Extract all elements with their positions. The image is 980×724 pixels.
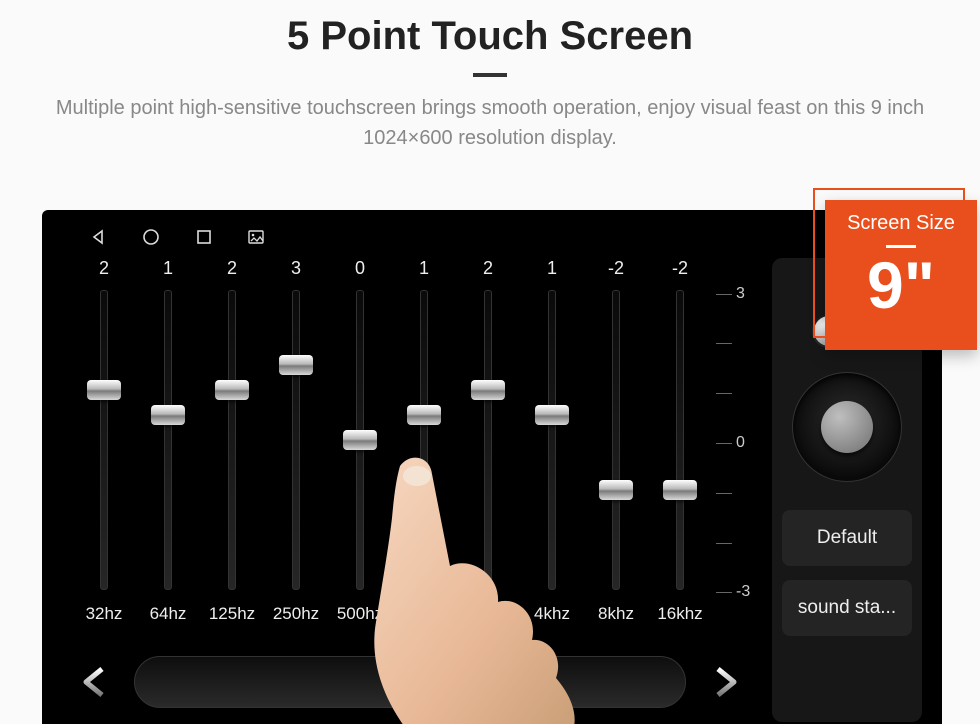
eq-slider[interactable]	[520, 284, 584, 594]
eq-slider[interactable]	[456, 284, 520, 594]
eq-band: 0 500hz	[328, 258, 392, 628]
gallery-icon[interactable]	[248, 230, 264, 244]
eq-slider[interactable]	[72, 284, 136, 594]
default-button-label: Default	[817, 527, 877, 549]
title-underline	[473, 73, 507, 77]
balance-joystick[interactable]	[792, 372, 902, 482]
eq-slider-thumb[interactable]	[279, 355, 313, 375]
recent-apps-icon[interactable]	[196, 229, 212, 245]
eq-slider-thumb[interactable]	[535, 405, 569, 425]
page-title: 5 Point Touch Screen	[0, 14, 980, 59]
eq-band-freq: 4khz	[534, 594, 570, 624]
eq-slider-thumb[interactable]	[87, 380, 121, 400]
eq-slider[interactable]	[200, 284, 264, 594]
device-screenshot: 2 32hz 1 64hz 2 125hz 3 250hz 0 500hz 1 1khz 2 2khz 1 4…	[42, 210, 942, 724]
eq-slider[interactable]	[328, 284, 392, 594]
eq-band: 1 1khz	[392, 258, 456, 628]
eq-band-freq: 16khz	[657, 594, 702, 624]
eq-band-value: 2	[227, 258, 237, 284]
eq-band-value: 2	[99, 258, 109, 284]
eq-band-freq: 64hz	[150, 594, 187, 624]
eq-band: 2 2khz	[456, 258, 520, 628]
eq-scale-axis: 3 0 -3	[716, 288, 756, 598]
eq-slider-thumb[interactable]	[343, 430, 377, 450]
eq-band-freq: 32hz	[86, 594, 123, 624]
eq-band-value: 2	[483, 258, 493, 284]
badge-label: Screen Size	[847, 212, 955, 235]
eq-band-freq: 2khz	[470, 594, 506, 624]
android-navbar	[62, 222, 922, 252]
eq-band-value: 3	[291, 258, 301, 284]
eq-band-value: 0	[355, 258, 365, 284]
axis-min-label: -3	[736, 583, 750, 601]
eq-band: -2 16khz	[648, 258, 712, 628]
eq-slider-thumb[interactable]	[407, 405, 441, 425]
back-icon[interactable]	[90, 229, 106, 245]
eq-band-freq: 500hz	[337, 594, 383, 624]
eq-band-value: -2	[672, 258, 688, 284]
preset-label: Jazz	[385, 668, 434, 696]
eq-band-freq: 125hz	[209, 594, 255, 624]
axis-max-label: 3	[736, 285, 745, 303]
preset-select[interactable]: Jazz	[134, 656, 686, 708]
eq-band-freq: 1khz	[406, 594, 442, 624]
preset-next-button[interactable]	[702, 659, 748, 705]
sound-stage-button[interactable]: sound sta...	[782, 580, 912, 636]
eq-band: 3 250hz	[264, 258, 328, 628]
eq-slider-thumb[interactable]	[151, 405, 185, 425]
eq-slider[interactable]	[264, 284, 328, 594]
eq-band: 2 125hz	[200, 258, 264, 628]
eq-band: 1 4khz	[520, 258, 584, 628]
eq-slider[interactable]	[136, 284, 200, 594]
eq-band-value: 1	[419, 258, 429, 284]
eq-slider-thumb[interactable]	[471, 380, 505, 400]
eq-slider[interactable]	[392, 284, 456, 594]
eq-band-value: 1	[547, 258, 557, 284]
equalizer-panel: 2 32hz 1 64hz 2 125hz 3 250hz 0 500hz 1 1khz 2 2khz 1 4…	[62, 258, 762, 722]
eq-slider[interactable]	[648, 284, 712, 594]
eq-band: 1 64hz	[136, 258, 200, 628]
sound-stage-button-label: sound sta...	[798, 597, 896, 619]
eq-slider[interactable]	[584, 284, 648, 594]
eq-slider-thumb[interactable]	[599, 480, 633, 500]
axis-mid-label: 0	[736, 434, 745, 452]
eq-band: -2 8khz	[584, 258, 648, 628]
eq-band: 2 32hz	[72, 258, 136, 628]
preset-prev-button[interactable]	[72, 659, 118, 705]
default-button[interactable]: Default	[782, 510, 912, 566]
page-subtitle: Multiple point high-sensitive touchscree…	[0, 93, 980, 153]
eq-band-freq: 8khz	[598, 594, 634, 624]
eq-slider-thumb[interactable]	[663, 480, 697, 500]
eq-band-value: -2	[608, 258, 624, 284]
home-icon[interactable]	[142, 228, 160, 246]
screen-size-badge: Screen Size 9"	[825, 200, 977, 350]
eq-slider-thumb[interactable]	[215, 380, 249, 400]
eq-band-value: 1	[163, 258, 173, 284]
eq-band-freq: 250hz	[273, 594, 319, 624]
badge-value: 9"	[867, 252, 935, 318]
